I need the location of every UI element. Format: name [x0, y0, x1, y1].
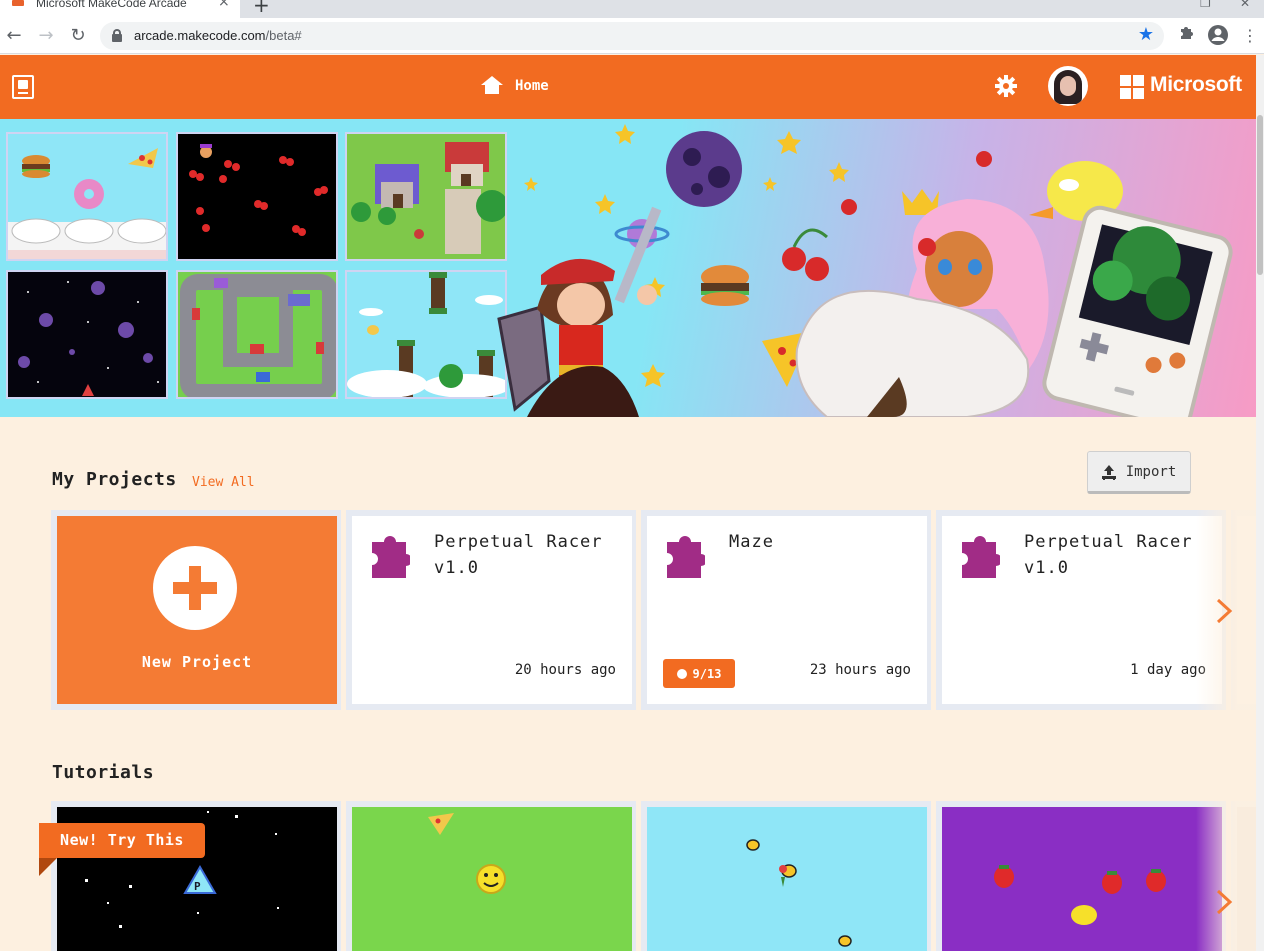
- progress-dot-icon: [676, 668, 687, 679]
- tutorial-card-fruit[interactable]: [936, 801, 1226, 951]
- game-thumbnail-flappy[interactable]: [345, 270, 507, 399]
- tutorials-title: Tutorials: [52, 762, 155, 783]
- ribbon-fold: [39, 858, 57, 876]
- carousel-fade: [1196, 801, 1256, 951]
- page-scrollbar[interactable]: [1256, 55, 1264, 951]
- upload-icon: [1101, 464, 1116, 479]
- next-tutorials-chevron-icon[interactable]: [1215, 888, 1233, 916]
- home-icon: [481, 76, 503, 96]
- svg-text:P: P: [194, 880, 201, 893]
- plus-icon: [153, 546, 237, 630]
- close-window-icon[interactable]: ✕: [1240, 0, 1250, 10]
- my-projects-carousel: New Project Perpetual Racer v1.0 20 hour…: [51, 510, 1256, 710]
- browser-menu-icon[interactable]: ⋮: [1238, 24, 1262, 48]
- bookmark-star-icon[interactable]: ★: [1138, 24, 1154, 45]
- game-thumbnail-food[interactable]: [6, 132, 168, 261]
- game-thumbnail-racer[interactable]: [176, 270, 338, 399]
- project-card[interactable]: Perpetual Racer v1.0 20 hours ago: [346, 510, 636, 710]
- home-label: Home: [515, 78, 549, 94]
- url-text[interactable]: arcade.makecode.com/beta#: [134, 28, 302, 43]
- project-card[interactable]: Maze 9/13 23 hours ago: [641, 510, 931, 710]
- puzzle-piece-icon: [962, 536, 1000, 578]
- new-tab-button[interactable]: +: [253, 0, 270, 15]
- new-project-label: New Project: [141, 653, 253, 671]
- new-project-card[interactable]: New Project: [51, 510, 341, 710]
- project-name: Perpetual Racer v1.0: [1024, 532, 1193, 578]
- game-thumbnail-space[interactable]: [6, 270, 168, 399]
- puzzle-piece-icon: [372, 536, 410, 578]
- back-arrow-icon[interactable]: ←: [2, 24, 26, 48]
- import-button[interactable]: Import: [1087, 451, 1191, 494]
- project-name: Maze: [729, 532, 774, 552]
- microsoft-logo-icon[interactable]: [1120, 75, 1144, 99]
- scrollbar-thumb[interactable]: [1257, 115, 1263, 275]
- puzzle-piece-icon: [667, 536, 705, 578]
- reload-icon[interactable]: ↻: [66, 24, 90, 48]
- tutorial-progress-badge: 9/13: [663, 659, 735, 688]
- new-try-this-ribbon[interactable]: New! Try This: [39, 823, 205, 858]
- tutorials-carousel: P: [51, 801, 1256, 951]
- browser-toolbar: ← → ↻ arcade.makecode.com/beta# ★ ⋮: [0, 18, 1264, 54]
- browser-tab[interactable]: Microsoft MakeCode Arcade ×: [0, 0, 240, 18]
- hero-illustration: [497, 124, 1233, 417]
- project-timestamp: 20 hours ago: [514, 662, 616, 678]
- view-all-link[interactable]: View All: [192, 475, 255, 490]
- microsoft-brand-text[interactable]: Microsoft: [1150, 73, 1242, 97]
- game-thumbnail-cherries[interactable]: [176, 132, 338, 261]
- next-projects-chevron-icon[interactable]: [1215, 597, 1233, 625]
- lock-icon: [112, 29, 122, 42]
- makecode-arcade-logo-icon[interactable]: [12, 75, 34, 99]
- extensions-puzzle-icon[interactable]: [1174, 24, 1198, 48]
- user-avatar[interactable]: [1048, 66, 1088, 106]
- forward-arrow-icon[interactable]: →: [34, 24, 58, 48]
- profile-account-icon[interactable]: [1206, 24, 1230, 48]
- settings-gear-icon[interactable]: [994, 74, 1018, 98]
- import-label: Import: [1125, 463, 1177, 480]
- restore-window-icon[interactable]: ❐: [1200, 0, 1211, 10]
- address-bar[interactable]: arcade.makecode.com/beta# ★: [100, 22, 1164, 50]
- browser-tabstrip: Microsoft MakeCode Arcade × + ❐ ✕: [0, 0, 1264, 18]
- hero-banner: [0, 119, 1256, 417]
- project-timestamp: 1 day ago: [1130, 662, 1206, 678]
- project-card[interactable]: Perpetual Racer v1.0 1 day ago: [936, 510, 1226, 710]
- tutorial-card-bees[interactable]: [641, 801, 931, 951]
- my-projects-title: My Projects: [52, 469, 177, 490]
- tutorial-card-green[interactable]: [346, 801, 636, 951]
- progress-text: 9/13: [692, 666, 722, 681]
- project-timestamp: 23 hours ago: [809, 662, 911, 678]
- tab-title: Microsoft MakeCode Arcade: [36, 0, 187, 8]
- game-thumbnail-village[interactable]: [345, 132, 507, 261]
- makecode-favicon-icon: [12, 0, 24, 6]
- project-name: Perpetual Racer v1.0: [434, 532, 603, 578]
- tab-close-icon[interactable]: ×: [218, 0, 230, 8]
- home-button[interactable]: Home: [481, 76, 549, 96]
